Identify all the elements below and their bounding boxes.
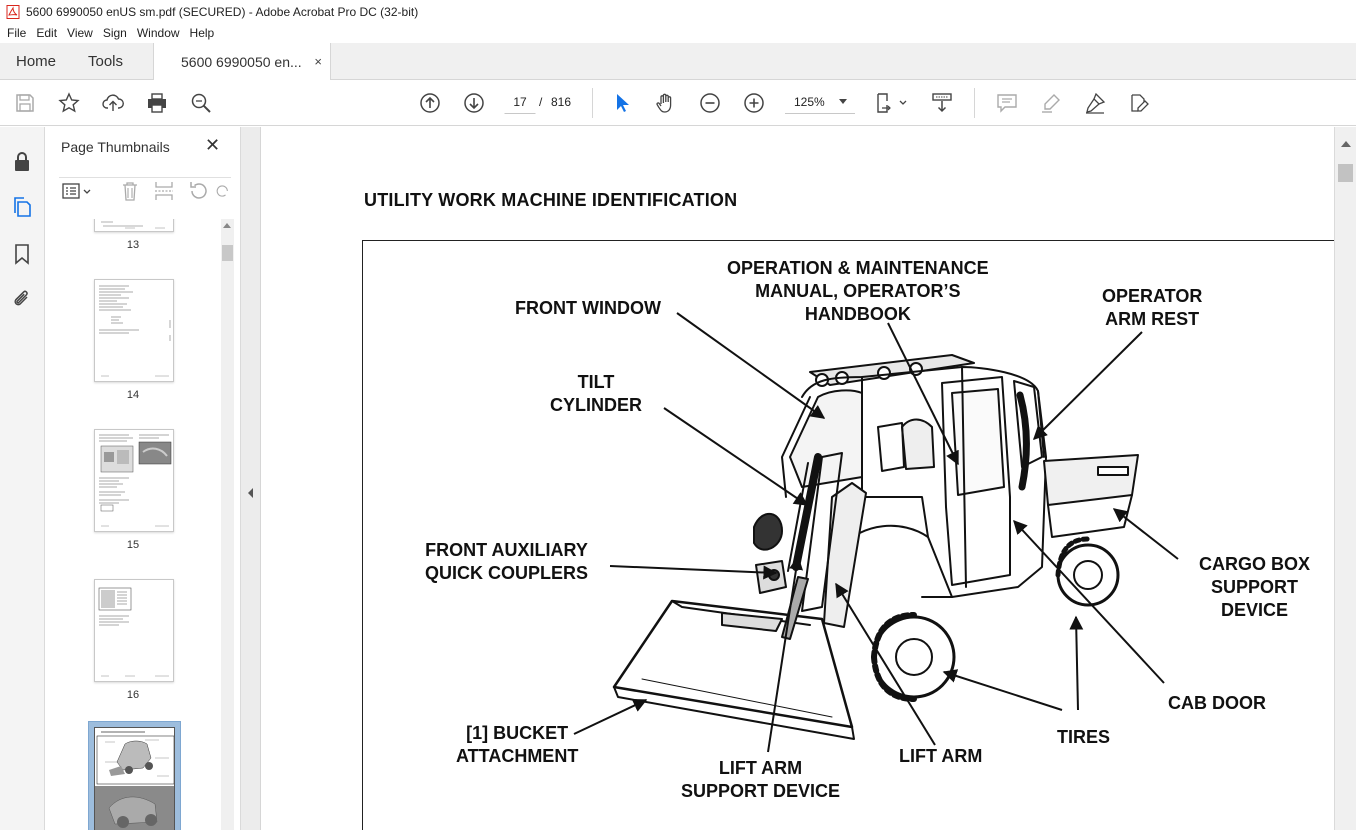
tab-document[interactable]: 5600 6990050 en... × <box>153 43 331 81</box>
attachment-icon[interactable] <box>11 287 33 311</box>
page-thumbnails-panel: Page Thumbnails ✕ 13 14 15 16 <box>45 127 241 830</box>
document-scrollbar[interactable] <box>1334 127 1356 830</box>
upload-icon[interactable] <box>101 91 125 115</box>
chevron-down-icon <box>839 99 847 104</box>
tab-bar: Home Tools 5600 6990050 en... × <box>0 43 1356 81</box>
label-cab-door: CAB DOOR <box>1168 693 1266 713</box>
tab-home[interactable]: Home <box>16 43 56 80</box>
next-page-icon[interactable] <box>462 91 486 115</box>
machine-illustration <box>573 312 1179 753</box>
zoom-level-value: 125% <box>794 94 825 109</box>
label-front-window: FRONT WINDOW <box>515 298 661 318</box>
thumbnail-toolbar <box>59 177 231 201</box>
thumbnail-list: 13 14 15 16 <box>45 219 221 830</box>
fill-sign-icon[interactable] <box>1127 91 1151 115</box>
thumbnail-options-icon[interactable] <box>61 180 95 202</box>
thumbnail-selected[interactable] <box>88 721 181 830</box>
thumbnail-page[interactable] <box>94 429 174 532</box>
label-operator-arm-rest: OPERATOR ARM REST <box>1102 286 1203 329</box>
label-tilt-cylinder: TILT CYLINDER <box>550 372 643 415</box>
highlight-icon[interactable] <box>1039 91 1063 115</box>
acrobat-pdf-icon <box>6 4 20 19</box>
label-front-auxiliary-quick-couplers: FRONT AUXILIARY QUICK COUPLERS <box>425 540 589 583</box>
menu-edit[interactable]: Edit <box>31 26 62 40</box>
rotate-counterclockwise-icon[interactable] <box>187 180 209 202</box>
window-title: 5600 6990050 enUS sm.pdf (SECURED) - Ado… <box>26 4 419 19</box>
thumbnail-page[interactable] <box>94 279 174 382</box>
star-icon[interactable] <box>57 91 81 115</box>
menu-sign[interactable]: Sign <box>98 26 132 40</box>
scroll-up-icon[interactable] <box>223 223 231 228</box>
prev-page-icon[interactable] <box>418 91 442 115</box>
extract-pages-icon[interactable] <box>153 180 175 202</box>
rotate-clockwise-icon[interactable] <box>215 180 231 202</box>
title-bar: 5600 6990050 enUS sm.pdf (SECURED) - Ado… <box>0 0 1356 23</box>
scrollbar-thumb[interactable] <box>1338 164 1353 182</box>
label-cargo-box-support-device: CARGO BOX SUPPORT DEVICE <box>1198 554 1310 620</box>
save-icon[interactable] <box>13 91 37 115</box>
menu-bar: File Edit View Sign Window Help <box>0 23 1356 43</box>
tab-close-icon[interactable]: × <box>314 54 322 69</box>
toolbar-divider <box>592 88 593 118</box>
label-om-manual: OPERATION & MAINTENANCE MANUAL, OPERATOR… <box>727 258 989 324</box>
select-arrow-icon[interactable] <box>610 91 634 115</box>
zoom-in-icon[interactable] <box>742 91 766 115</box>
menu-help[interactable]: Help <box>185 26 220 40</box>
thumbnail-page-number: 15 <box>126 539 140 551</box>
thumbnail-page[interactable] <box>94 219 174 232</box>
tab-document-label: 5600 6990050 en... <box>181 54 302 70</box>
toolbar-divider <box>974 88 975 118</box>
document-view[interactable]: UTILITY WORK MACHINE IDENTIFICATION OPER… <box>262 127 1334 830</box>
panel-splitter[interactable] <box>241 127 261 830</box>
menu-view[interactable]: View <box>62 26 98 40</box>
label-tires: TIRES <box>1057 727 1111 747</box>
comment-icon[interactable] <box>995 91 1019 115</box>
thumbnail-scrollbar[interactable] <box>221 219 234 830</box>
zoom-search-icon[interactable] <box>189 91 213 115</box>
hand-icon[interactable] <box>654 91 678 115</box>
fit-page-icon[interactable] <box>876 91 910 115</box>
print-icon[interactable] <box>145 91 169 115</box>
page-total: 816 <box>551 95 572 109</box>
label-bucket-attachment: [1] BUCKET ATTACHMENT <box>456 723 579 766</box>
acrobat-window: 5600 6990050 enUS sm.pdf (SECURED) - Ado… <box>0 0 1356 830</box>
thumbnail-page-number: 13 <box>126 239 140 251</box>
lock-icon[interactable] <box>11 149 33 173</box>
menu-file[interactable]: File <box>2 26 31 40</box>
panel-title: Page Thumbnails <box>61 139 170 155</box>
tab-tools[interactable]: Tools <box>88 43 123 80</box>
page-thumbnails-icon[interactable] <box>11 195 33 219</box>
thumbnail-page[interactable] <box>94 579 174 682</box>
page-separator: / <box>539 95 543 109</box>
zoom-out-icon[interactable] <box>698 91 722 115</box>
panel-close-icon[interactable]: ✕ <box>205 135 220 156</box>
delete-page-icon[interactable] <box>119 180 141 202</box>
left-navigation-rail <box>0 127 45 830</box>
sign-icon[interactable] <box>1083 91 1107 115</box>
scroll-mode-icon[interactable] <box>930 91 954 115</box>
thumbnail-page-number: 14 <box>126 389 140 401</box>
bookmark-icon[interactable] <box>11 242 33 266</box>
scrollbar-thumb[interactable] <box>222 245 233 261</box>
menu-window[interactable]: Window <box>132 26 185 40</box>
page-number-input[interactable]: 17 <box>504 90 536 114</box>
thumbnail-page <box>94 727 175 830</box>
label-lift-arm-support-device: LIFT ARM SUPPORT DEVICE <box>681 758 841 801</box>
scroll-up-icon[interactable] <box>1341 141 1351 147</box>
thumbnail-page-number: 16 <box>126 689 140 701</box>
zoom-level-select[interactable]: 125% <box>785 90 855 114</box>
main-toolbar: 17 / 816 125% <box>0 80 1356 126</box>
label-lift-arm: LIFT ARM <box>899 746 983 766</box>
pdf-page: UTILITY WORK MACHINE IDENTIFICATION OPER… <box>262 127 1334 830</box>
collapse-panel-icon[interactable] <box>248 488 253 498</box>
